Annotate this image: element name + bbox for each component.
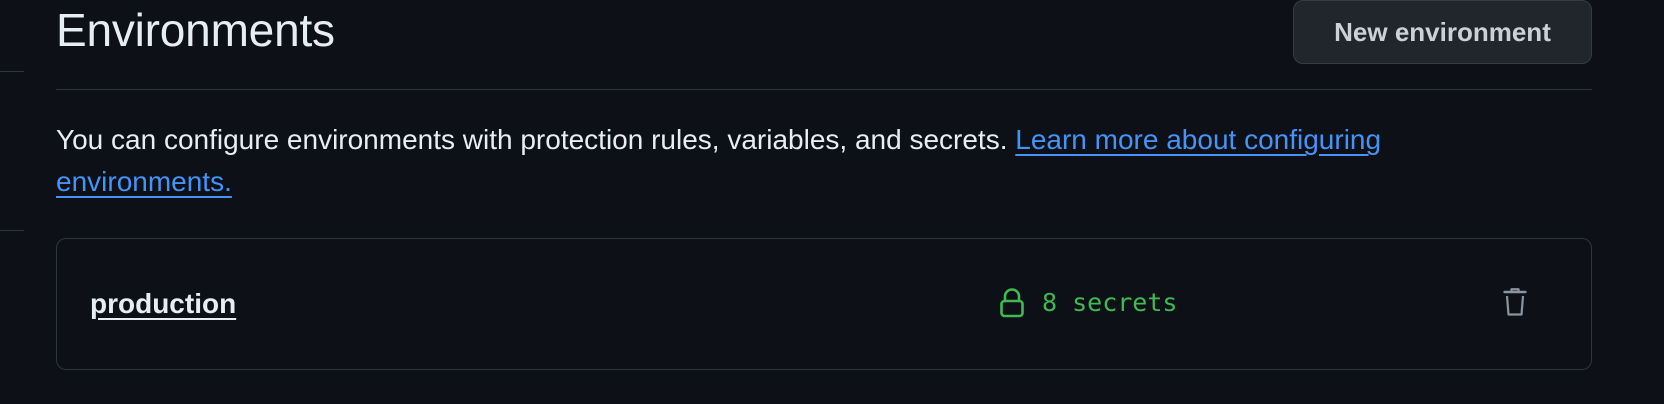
sidebar-edge <box>0 0 24 404</box>
environment-name-link[interactable]: production <box>90 286 236 322</box>
page-description: You can configure environments with prot… <box>56 119 1556 203</box>
sidebar-divider <box>0 230 24 231</box>
trash-icon <box>1503 287 1527 320</box>
environment-list: production 8 secrets <box>56 238 1592 370</box>
page-title: Environments <box>56 4 335 56</box>
secrets-count: 8 secrets <box>1000 285 1177 321</box>
page-header: Environments New environment <box>56 0 1592 90</box>
delete-environment-button[interactable] <box>1493 281 1537 325</box>
lock-icon <box>1000 288 1024 318</box>
sidebar-divider <box>0 71 24 72</box>
new-environment-button[interactable]: New environment <box>1293 0 1592 64</box>
description-text: You can configure environments with prot… <box>56 124 1016 155</box>
main-content: Environments New environment You can con… <box>56 0 1592 404</box>
secrets-label: 8 secrets <box>1042 288 1178 317</box>
